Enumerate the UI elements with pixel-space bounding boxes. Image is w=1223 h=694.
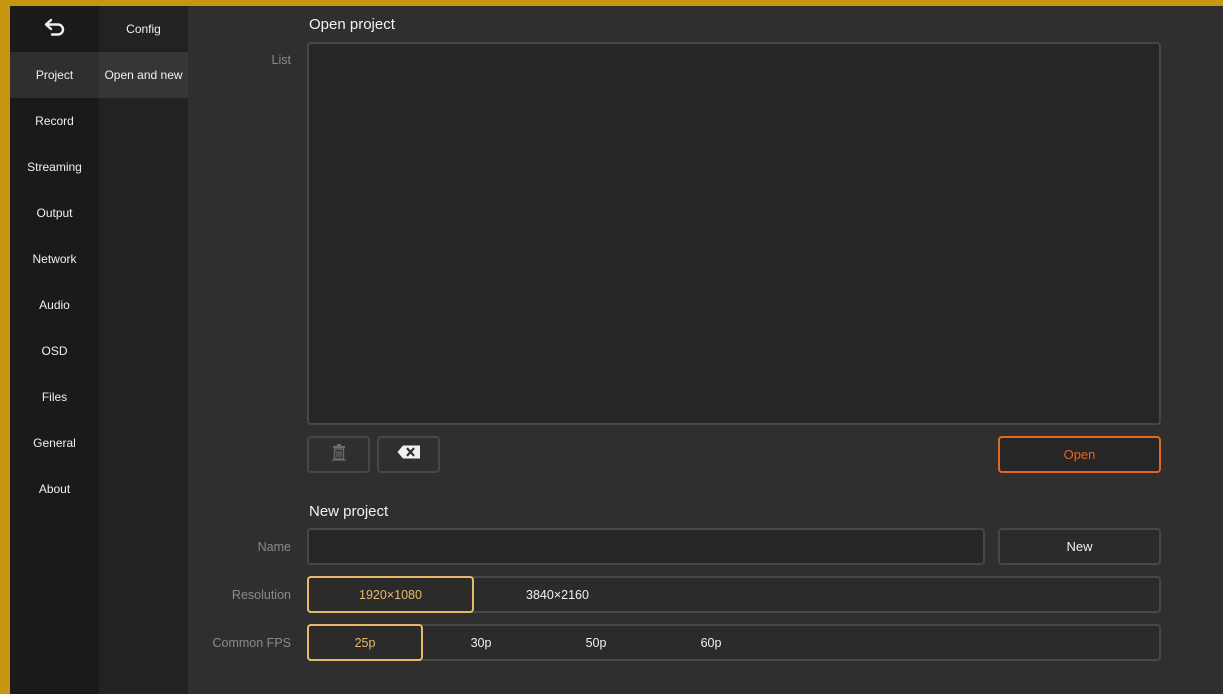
open-button[interactable]: Open xyxy=(998,436,1161,473)
name-label: Name xyxy=(257,540,291,554)
back-button[interactable] xyxy=(10,6,99,52)
open-project-title: Open project xyxy=(309,16,395,33)
fps-label: Common FPS xyxy=(212,636,292,650)
fps-option-25p[interactable]: 25p xyxy=(307,624,423,661)
project-list[interactable] xyxy=(307,42,1161,425)
sidebar-item-project[interactable]: Project xyxy=(10,52,99,98)
sidebar-item-record[interactable]: Record xyxy=(10,98,99,144)
resolution-label: Resolution xyxy=(231,588,291,602)
resolution-selector: 1920×1080 3840×2160 xyxy=(307,576,1161,613)
trash-icon xyxy=(331,443,347,466)
resolution-option-1920x1080[interactable]: 1920×1080 xyxy=(307,576,474,613)
subnav-item-open-and-new[interactable]: Open and new xyxy=(99,52,188,98)
project-name-input[interactable] xyxy=(307,528,985,565)
main-sidebar: Project Record Streaming Output Network … xyxy=(10,6,99,694)
fps-selector: 25p 30p 50p 60p xyxy=(307,624,1161,661)
sidebar-item-about[interactable]: About xyxy=(10,466,99,512)
fps-option-30p[interactable]: 30p xyxy=(423,624,539,661)
delete-project-button[interactable] xyxy=(307,436,370,473)
sidebar-item-files[interactable]: Files xyxy=(10,374,99,420)
fps-option-60p[interactable]: 60p xyxy=(653,624,769,661)
list-label: List xyxy=(271,53,291,67)
sidebar-item-streaming[interactable]: Streaming xyxy=(10,144,99,190)
fps-option-50p[interactable]: 50p xyxy=(538,624,654,661)
clear-button[interactable] xyxy=(377,436,440,473)
settings-window: Project Record Streaming Output Network … xyxy=(10,6,1223,694)
subnav-item-config[interactable]: Config xyxy=(99,6,188,52)
sub-sidebar: Config Open and new xyxy=(99,6,188,694)
sidebar-item-audio[interactable]: Audio xyxy=(10,282,99,328)
sidebar-item-output[interactable]: Output xyxy=(10,190,99,236)
new-project-title: New project xyxy=(309,503,389,520)
new-button[interactable]: New xyxy=(998,528,1161,565)
backspace-icon xyxy=(397,445,421,464)
resolution-option-3840x2160[interactable]: 3840×2160 xyxy=(474,576,641,613)
back-arrow-icon xyxy=(43,17,67,42)
sidebar-item-general[interactable]: General xyxy=(10,420,99,466)
sidebar-item-network[interactable]: Network xyxy=(10,236,99,282)
sidebar-item-osd[interactable]: OSD xyxy=(10,328,99,374)
